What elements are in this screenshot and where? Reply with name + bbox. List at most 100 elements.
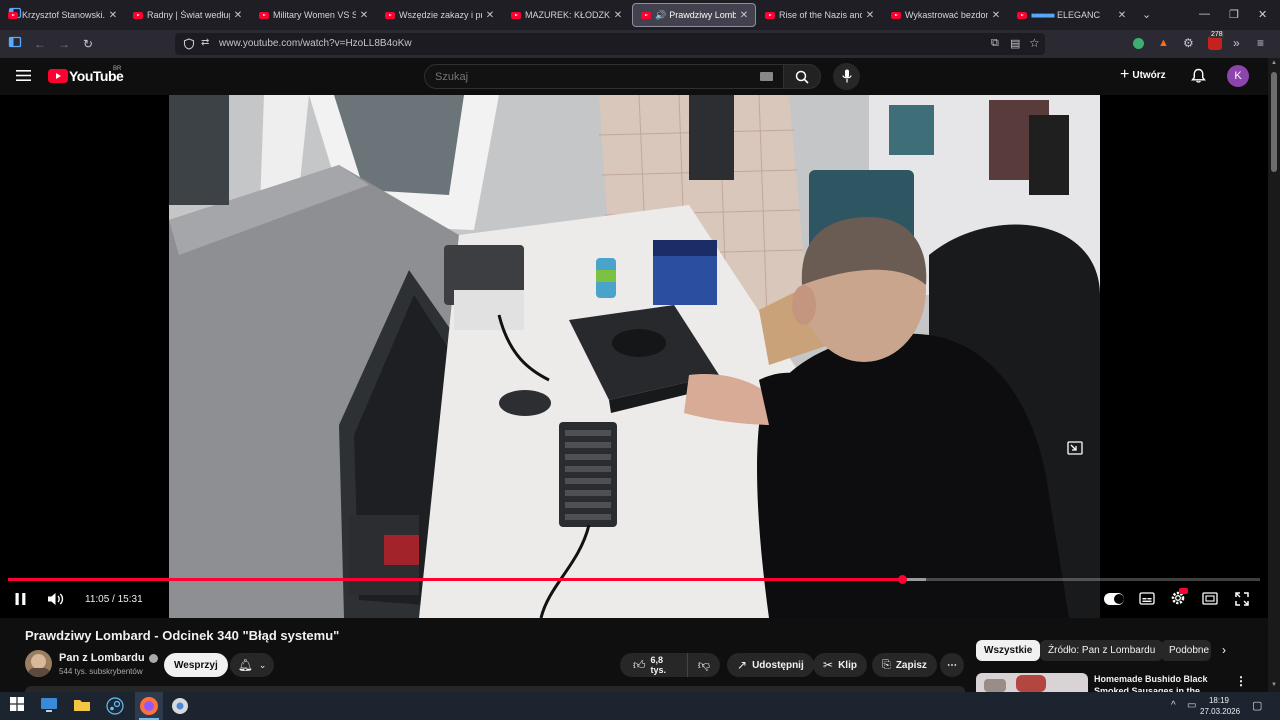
firefox-taskbar-item[interactable]	[135, 692, 163, 720]
tab-close-icon[interactable]: ✕	[485, 10, 495, 21]
url-bar[interactable]: ⇄ www.youtube.com/watch?v=HzoLL8B4oKw ⧉ …	[175, 33, 1045, 55]
video-player[interactable]: 11:05 / 15:31	[0, 95, 1268, 618]
settings-gear-icon[interactable]	[1170, 588, 1188, 606]
ublock-icon[interactable]	[1208, 36, 1222, 50]
tab-2[interactable]: Radny | Świat według Kie✕	[125, 3, 249, 27]
tab-7[interactable]: Rise of the Nazis and Adi✕	[757, 3, 881, 27]
minimize-icon[interactable]: —	[1199, 8, 1210, 20]
chips-next-arrow-icon[interactable]: ›	[1222, 643, 1226, 657]
taskbar-time[interactable]: 18:19	[1203, 696, 1235, 705]
tray-overflow-icon[interactable]: ^	[1171, 700, 1176, 711]
recommended-more-icon[interactable]: ⋮	[1235, 674, 1247, 688]
taskbar-date[interactable]: 27.03.2026	[1200, 707, 1240, 716]
autoplay-toggle[interactable]	[1104, 593, 1124, 605]
windows-taskbar: ^ ▭ 18:19 27.03.2026 ▢	[0, 692, 1280, 720]
windows-start-icon[interactable]	[10, 697, 28, 715]
tab-9[interactable]: ■■■■■■ ELEGANC ✕	[1009, 3, 1133, 27]
tab-close-icon[interactable]: ✕	[613, 10, 623, 21]
recommended-video-title[interactable]: Homemade Bushido Black	[1094, 674, 1208, 684]
fullscreen-icon[interactable]	[1235, 592, 1249, 606]
save-button[interactable]: ⎘ Zapisz	[872, 653, 937, 677]
miniplayer-expand-icon[interactable]	[1067, 441, 1083, 455]
tab-6-active[interactable]: 🔊Prawdziwy Lombard✕	[632, 3, 756, 27]
channel-avatar[interactable]	[25, 650, 52, 677]
create-button[interactable]: + Utwórz	[1120, 67, 1166, 83]
search-button[interactable]	[783, 64, 821, 89]
window-close-icon[interactable]: ✕	[1258, 8, 1267, 21]
scrollbar-thumb[interactable]	[1271, 72, 1277, 172]
back-arrow-icon[interactable]: ←	[31, 35, 49, 53]
speaker-icon: 🔊	[655, 9, 667, 20]
tab-close-icon[interactable]: ✕	[1117, 10, 1127, 21]
like-button[interactable]: 👍︎ 6,8 tys.	[625, 653, 688, 677]
progress-played	[8, 578, 903, 581]
tab-8[interactable]: Wykastrować bezdomno✕	[883, 3, 1007, 27]
channel-name[interactable]: Pan z Lombardu	[59, 652, 145, 664]
app-chrome-icon[interactable]	[171, 697, 189, 715]
recommended-video-thumbnail[interactable]	[976, 673, 1088, 692]
reload-icon[interactable]: ↻	[79, 35, 97, 53]
tab-close-icon[interactable]: ✕	[359, 10, 369, 21]
youtube-favicon-icon	[891, 11, 901, 19]
search-input[interactable]	[424, 64, 784, 89]
theater-mode-icon[interactable]	[1202, 592, 1218, 605]
scroll-up-arrow-icon[interactable]: ▲	[1271, 60, 1277, 66]
fox-extension-icon[interactable]: ▲	[1158, 37, 1169, 49]
clip-button[interactable]: ✂ Klip	[813, 653, 867, 677]
youtube-logo-icon[interactable]	[48, 69, 68, 83]
voice-search-button[interactable]	[833, 63, 860, 90]
share-button[interactable]: ↗ Udostępnij	[727, 653, 814, 677]
chip-from-channel[interactable]: Źródło: Pan z Lombardu	[1040, 640, 1164, 661]
tab-3[interactable]: Military Women VS Skinn✕	[251, 3, 375, 27]
site-settings-icon[interactable]: ⇄	[201, 37, 209, 48]
chip-all[interactable]: Wszystkie	[976, 640, 1041, 661]
more-actions-button[interactable]: ⋯	[940, 653, 964, 677]
this-pc-icon[interactable]	[40, 697, 58, 715]
keyboard-icon[interactable]	[760, 72, 773, 81]
tab-close-icon[interactable]: ✕	[865, 10, 875, 21]
overflow-chevrons-icon[interactable]: »	[1233, 36, 1240, 50]
picture-in-picture-icon[interactable]: ⧉	[991, 37, 999, 50]
chip-related[interactable]: Podobne	[1161, 640, 1211, 661]
subtitles-icon[interactable]	[1139, 592, 1155, 605]
app-menu-icon[interactable]: ≡	[1257, 36, 1264, 50]
youtube-favicon-icon	[259, 11, 269, 19]
account-avatar[interactable]: K	[1227, 65, 1249, 87]
notification-center-icon[interactable]: ▢	[1252, 699, 1262, 712]
bell-icon: 🔔︎	[237, 658, 253, 672]
dislike-button[interactable]: 👎︎	[688, 658, 720, 673]
channel-name-row[interactable]: Pan z Lombardu	[59, 652, 158, 664]
chevron-down-icon: ⌄	[258, 659, 267, 670]
support-button[interactable]: Wesprzyj	[164, 653, 228, 677]
vpn-extension-icon[interactable]	[1133, 38, 1144, 49]
extension-badge: 278	[1210, 31, 1224, 38]
page-scrollbar[interactable]: ▲ ▼	[1268, 58, 1280, 692]
tab-close-icon[interactable]: ✕	[991, 10, 1001, 21]
tab-list-chevron-icon[interactable]: ⌄	[1142, 8, 1151, 21]
tab-4[interactable]: Wszędzie zakazy i preten✕	[377, 3, 501, 27]
bookmark-star-icon[interactable]: ☆	[1029, 36, 1040, 50]
sidebar-toggle-icon[interactable]	[8, 35, 26, 53]
tab-close-icon[interactable]: ✕	[108, 10, 118, 21]
pause-icon[interactable]	[14, 592, 27, 606]
youtube-favicon-icon	[511, 11, 521, 19]
file-explorer-icon[interactable]	[73, 697, 91, 715]
notification-settings-button[interactable]: 🔔︎ ⌄	[230, 653, 274, 677]
progress-bar[interactable]	[8, 575, 1260, 584]
shield-icon[interactable]	[183, 38, 195, 50]
network-icon[interactable]: ▭	[1187, 700, 1196, 711]
hamburger-menu-icon[interactable]	[16, 69, 31, 82]
volume-icon[interactable]	[47, 592, 65, 606]
reader-view-icon[interactable]: ▤	[1010, 37, 1020, 50]
steam-icon[interactable]	[106, 697, 124, 715]
extensions-puzzle-icon[interactable]: ⚙	[1183, 36, 1194, 50]
tab-close-icon[interactable]: ✕	[739, 10, 749, 21]
scroll-down-arrow-icon[interactable]: ▼	[1271, 682, 1277, 688]
video-frame[interactable]	[169, 95, 1100, 618]
tab-1[interactable]: Krzysztof Stanowski. W ja✕	[0, 3, 124, 27]
forward-arrow-icon[interactable]: →	[55, 35, 73, 53]
tab-close-icon[interactable]: ✕	[233, 10, 243, 21]
notifications-bell-icon[interactable]	[1191, 68, 1206, 84]
restore-icon[interactable]: ❐	[1229, 8, 1239, 21]
tab-5[interactable]: MAZUREK: KŁODZKO, PL✕	[503, 3, 629, 27]
